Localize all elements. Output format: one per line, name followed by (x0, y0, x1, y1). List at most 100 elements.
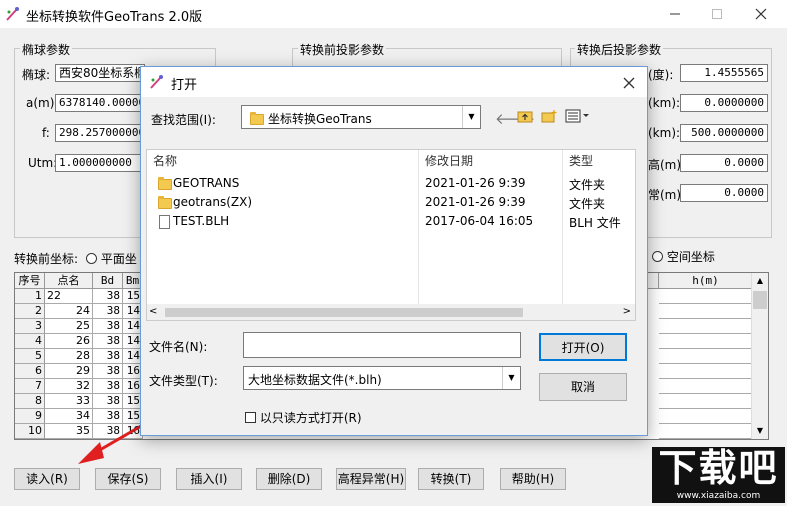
grid-cell-name[interactable]: 22 (45, 289, 93, 304)
minimize-button[interactable] (660, 4, 690, 24)
file-row[interactable]: GEOTRANS 2021-01-26 9:39 文件夹 (147, 174, 617, 193)
elevation-anomaly-button[interactable]: 高程异常(H) (336, 468, 406, 490)
grid-cell-bd[interactable]: 38 (93, 319, 123, 334)
file-row[interactable]: TEST.BLH 2017-06-04 16:05 BLH 文件 (147, 212, 621, 231)
watermark-logo: 下载吧 www.xiazaiba.com (652, 447, 785, 505)
grid-cell-h[interactable] (659, 379, 753, 394)
grid-cell-name[interactable]: 29 (45, 364, 93, 379)
grid-cell-index[interactable]: 1 (15, 289, 45, 304)
grid-header-bd[interactable]: Bd (93, 273, 123, 289)
grid-header-index[interactable]: 序号 (15, 273, 45, 289)
after-row-2-input[interactable]: 0.0000000 (680, 94, 768, 112)
grid-cell-h[interactable] (659, 349, 753, 364)
grid-cell-name[interactable]: 26 (45, 334, 93, 349)
grid-cell-name[interactable]: 24 (45, 304, 93, 319)
file-list-horizontal-scrollbar[interactable]: < > (147, 304, 635, 320)
grid-cell-bd[interactable]: 38 (93, 349, 123, 364)
save-button[interactable]: 保存(S) (95, 468, 161, 490)
window-title: 坐标转换软件GeoTrans 2.0版 (26, 10, 203, 25)
file-type: 文件夹 (569, 197, 606, 211)
grid-cell-index[interactable]: 5 (15, 349, 45, 364)
grid-cell-index[interactable]: 9 (15, 409, 45, 424)
grid-cell-h[interactable] (659, 289, 753, 304)
new-folder-icon[interactable] (541, 109, 557, 123)
open-button[interactable]: 打开(O) (539, 333, 627, 361)
insert-button[interactable]: 插入(I) (176, 468, 242, 490)
chevron-down-icon[interactable]: ▼ (462, 106, 480, 128)
scroll-down-arrow[interactable]: ▼ (752, 423, 768, 439)
view-menu-icon[interactable] (565, 109, 591, 123)
read-button[interactable]: 读入(R) (14, 468, 80, 490)
grid-cell-h[interactable] (659, 334, 753, 349)
watermark-text: 下载吧 (652, 447, 785, 489)
grid-cell-h[interactable] (659, 364, 753, 379)
ellipsoid-select[interactable]: 西安80坐标系椭 (55, 64, 145, 82)
after-row-4-input[interactable]: 0.0000 (680, 154, 768, 172)
readonly-checkbox[interactable]: 以只读方式打开(R) (245, 409, 362, 426)
grid-cell-index[interactable]: 10 (15, 424, 45, 439)
chevron-down-icon[interactable]: ▼ (502, 367, 520, 389)
grid-cell-index[interactable]: 4 (15, 334, 45, 349)
grid-cell-bd[interactable]: 38 (93, 304, 123, 319)
grid-header-h[interactable]: h(m) (659, 273, 753, 289)
after-row-5-input[interactable]: 0.0000 (680, 184, 768, 202)
file-row[interactable]: geotrans(ZX) 2021-01-26 9:39 文件夹 (147, 193, 617, 212)
grid-header-name[interactable]: 点名 (45, 273, 93, 289)
grid-cell-index[interactable]: 8 (15, 394, 45, 409)
grid-cell-index[interactable]: 3 (15, 319, 45, 334)
ellipsoid-label: 椭球: (22, 68, 51, 82)
space-coord-radio[interactable]: 空间坐标 (652, 248, 715, 265)
radio-circle (86, 253, 97, 264)
grid-cell-h[interactable] (659, 304, 753, 319)
grid-vertical-scrollbar[interactable]: ▲ ▼ (751, 273, 768, 439)
grid-cell-index[interactable]: 7 (15, 379, 45, 394)
sort-chevron-icon: ^ (279, 149, 288, 157)
convert-button[interactable]: 转换(T) (418, 468, 484, 490)
after-row-1-input[interactable]: 1.4555565 (680, 64, 768, 82)
utm-input[interactable]: 1.000000000 (55, 154, 145, 172)
plane-coord-radio[interactable]: 平面坐 (86, 250, 137, 267)
plane-coord-label: 平面坐 (100, 252, 137, 266)
col-header-name[interactable]: 名称 (153, 152, 177, 169)
scroll-thumb[interactable] (165, 308, 523, 317)
grid-cell-h[interactable] (659, 319, 753, 334)
grid-cell-h[interactable] (659, 424, 753, 439)
col-header-date[interactable]: 修改日期 (425, 152, 473, 169)
filename-input[interactable] (243, 332, 521, 358)
folder-icon (158, 177, 172, 190)
filetype-combobox[interactable]: 大地坐标数据文件(*.blh) ▼ (243, 366, 521, 390)
lookin-combobox[interactable]: 坐标转换GeoTrans ▼ (241, 105, 481, 129)
grid-cell-index[interactable]: 2 (15, 304, 45, 319)
maximize-button[interactable] (702, 4, 732, 24)
scroll-thumb[interactable] (753, 291, 767, 309)
grid-cell-index[interactable]: 6 (15, 364, 45, 379)
f-input[interactable]: 298.257000000 (55, 124, 145, 142)
cancel-button[interactable]: 取消 (539, 373, 627, 401)
folder-icon (250, 112, 264, 125)
file-name: geotrans(ZX) (173, 195, 252, 209)
grid-cell-name[interactable]: 25 (45, 319, 93, 334)
grid-cell-bd[interactable]: 38 (93, 364, 123, 379)
file-list[interactable]: 名称 ^ 修改日期 类型 GEOTRANS 2021-01-26 9:39 文件… (146, 149, 636, 321)
grid-cell-bd[interactable]: 38 (93, 334, 123, 349)
help-button[interactable]: 帮助(H) (500, 468, 566, 490)
grid-cell-bd[interactable]: 38 (93, 289, 123, 304)
scroll-right-arrow[interactable]: > (623, 304, 631, 320)
filetype-label: 文件类型(T): (149, 374, 218, 388)
grid-cell-name[interactable]: 28 (45, 349, 93, 364)
close-window-button[interactable] (746, 4, 776, 24)
after-row-3-input[interactable]: 500.0000000 (680, 124, 768, 142)
col-header-type[interactable]: 类型 (569, 152, 593, 169)
before-proj-group-label: 转换前投影参数 (298, 41, 387, 58)
grid-cell-h[interactable] (659, 409, 753, 424)
scroll-up-arrow[interactable]: ▲ (752, 273, 768, 289)
a-input[interactable]: 6378140.000000 (55, 94, 145, 112)
up-folder-icon[interactable] (517, 109, 533, 123)
scroll-left-arrow[interactable]: < (149, 304, 157, 320)
delete-button[interactable]: 删除(D) (256, 468, 322, 490)
after-row-2-label: (km): (648, 96, 681, 110)
open-file-dialog: 打开 查找范围(I): 坐标转换GeoTrans ▼ 🡐 名称 ^ 修改日期 类… (140, 66, 648, 436)
file-type: BLH 文件 (569, 216, 621, 230)
grid-cell-h[interactable] (659, 394, 753, 409)
dialog-close-button[interactable] (619, 73, 639, 93)
